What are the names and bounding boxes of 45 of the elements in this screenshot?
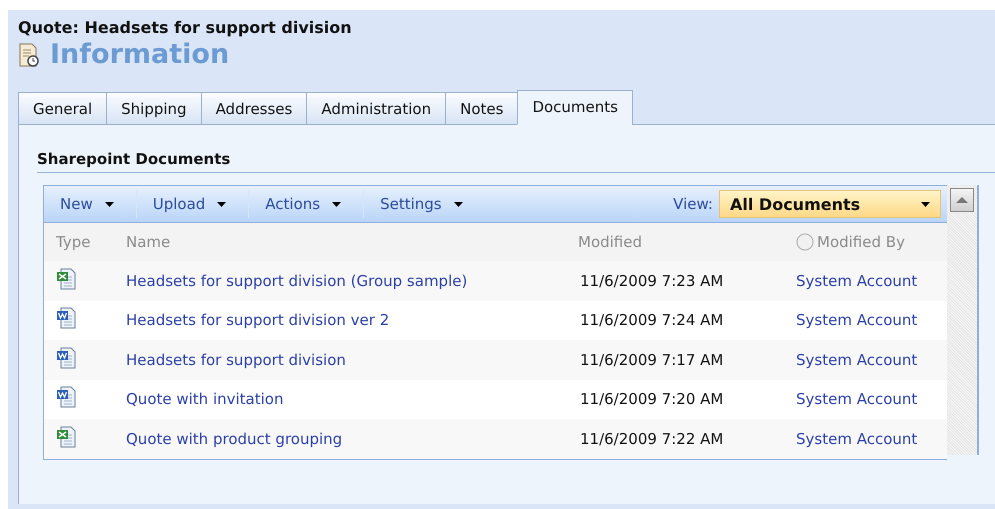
modified-cell-text: 11/6/2009 7:24 AM	[579, 311, 724, 330]
document-file-icon	[56, 346, 76, 369]
user-link[interactable]: System Account	[796, 430, 947, 448]
sort-circle-icon	[796, 233, 814, 251]
menu-button[interactable]: New	[52, 191, 122, 217]
menu-button[interactable]: Actions	[257, 191, 350, 217]
spreadsheet-file-icon	[56, 268, 76, 290]
view-label: View:	[673, 195, 713, 213]
tab[interactable]: Administration	[306, 92, 446, 125]
spreadsheet-file-icon	[56, 426, 76, 448]
caret-icon	[921, 202, 930, 206]
caret-icon	[104, 202, 114, 206]
menu-button[interactable]: Upload	[144, 191, 234, 217]
modified-cell-text: 11/6/2009 7:23 AM	[579, 272, 724, 290]
modified-cell-text: 11/6/2009 7:20 AM	[579, 390, 724, 408]
document-link[interactable]: Headsets for support division ver 2	[126, 311, 578, 330]
tab[interactable]: General	[18, 92, 108, 125]
up-arrow-icon	[956, 197, 968, 203]
tab[interactable]: Documents	[517, 90, 633, 125]
record-title: Quote: Headsets for support division	[18, 18, 353, 37]
user-link[interactable]: System Account	[796, 272, 947, 290]
document-link[interactable]: Headsets for support division	[126, 350, 578, 369]
tab[interactable]: Notes	[445, 92, 518, 125]
section-title: Sharepoint Documents	[37, 150, 995, 173]
form-icon	[18, 42, 40, 66]
document-file-icon	[56, 307, 76, 330]
menu-button[interactable]: Settings	[372, 191, 471, 217]
scroll-up-button[interactable]	[950, 188, 974, 212]
user-link[interactable]: System Account	[796, 311, 947, 330]
form-title: Information	[50, 39, 230, 70]
tab[interactable]: Addresses	[200, 92, 308, 125]
caret-icon	[332, 202, 342, 206]
user-link[interactable]: System Account	[796, 350, 947, 369]
user-link[interactable]: System Account	[796, 390, 947, 408]
document-link[interactable]: Quote with product grouping	[126, 430, 578, 448]
modified-cell-text: 11/6/2009 7:22 AM	[579, 430, 724, 448]
scrollbar[interactable]	[947, 185, 979, 455]
modified-cell-text: 11/6/2009 7:17 AM	[579, 350, 724, 369]
document-link[interactable]: Headsets for support division (Group sample)	[126, 272, 578, 290]
view-dropdown[interactable]: All Documents	[719, 190, 941, 218]
document-file-icon	[56, 386, 76, 408]
document-link[interactable]: Quote with invitation	[126, 390, 578, 408]
caret-icon	[454, 202, 463, 206]
tab[interactable]: Shipping	[106, 92, 202, 125]
caret-icon	[217, 202, 226, 206]
